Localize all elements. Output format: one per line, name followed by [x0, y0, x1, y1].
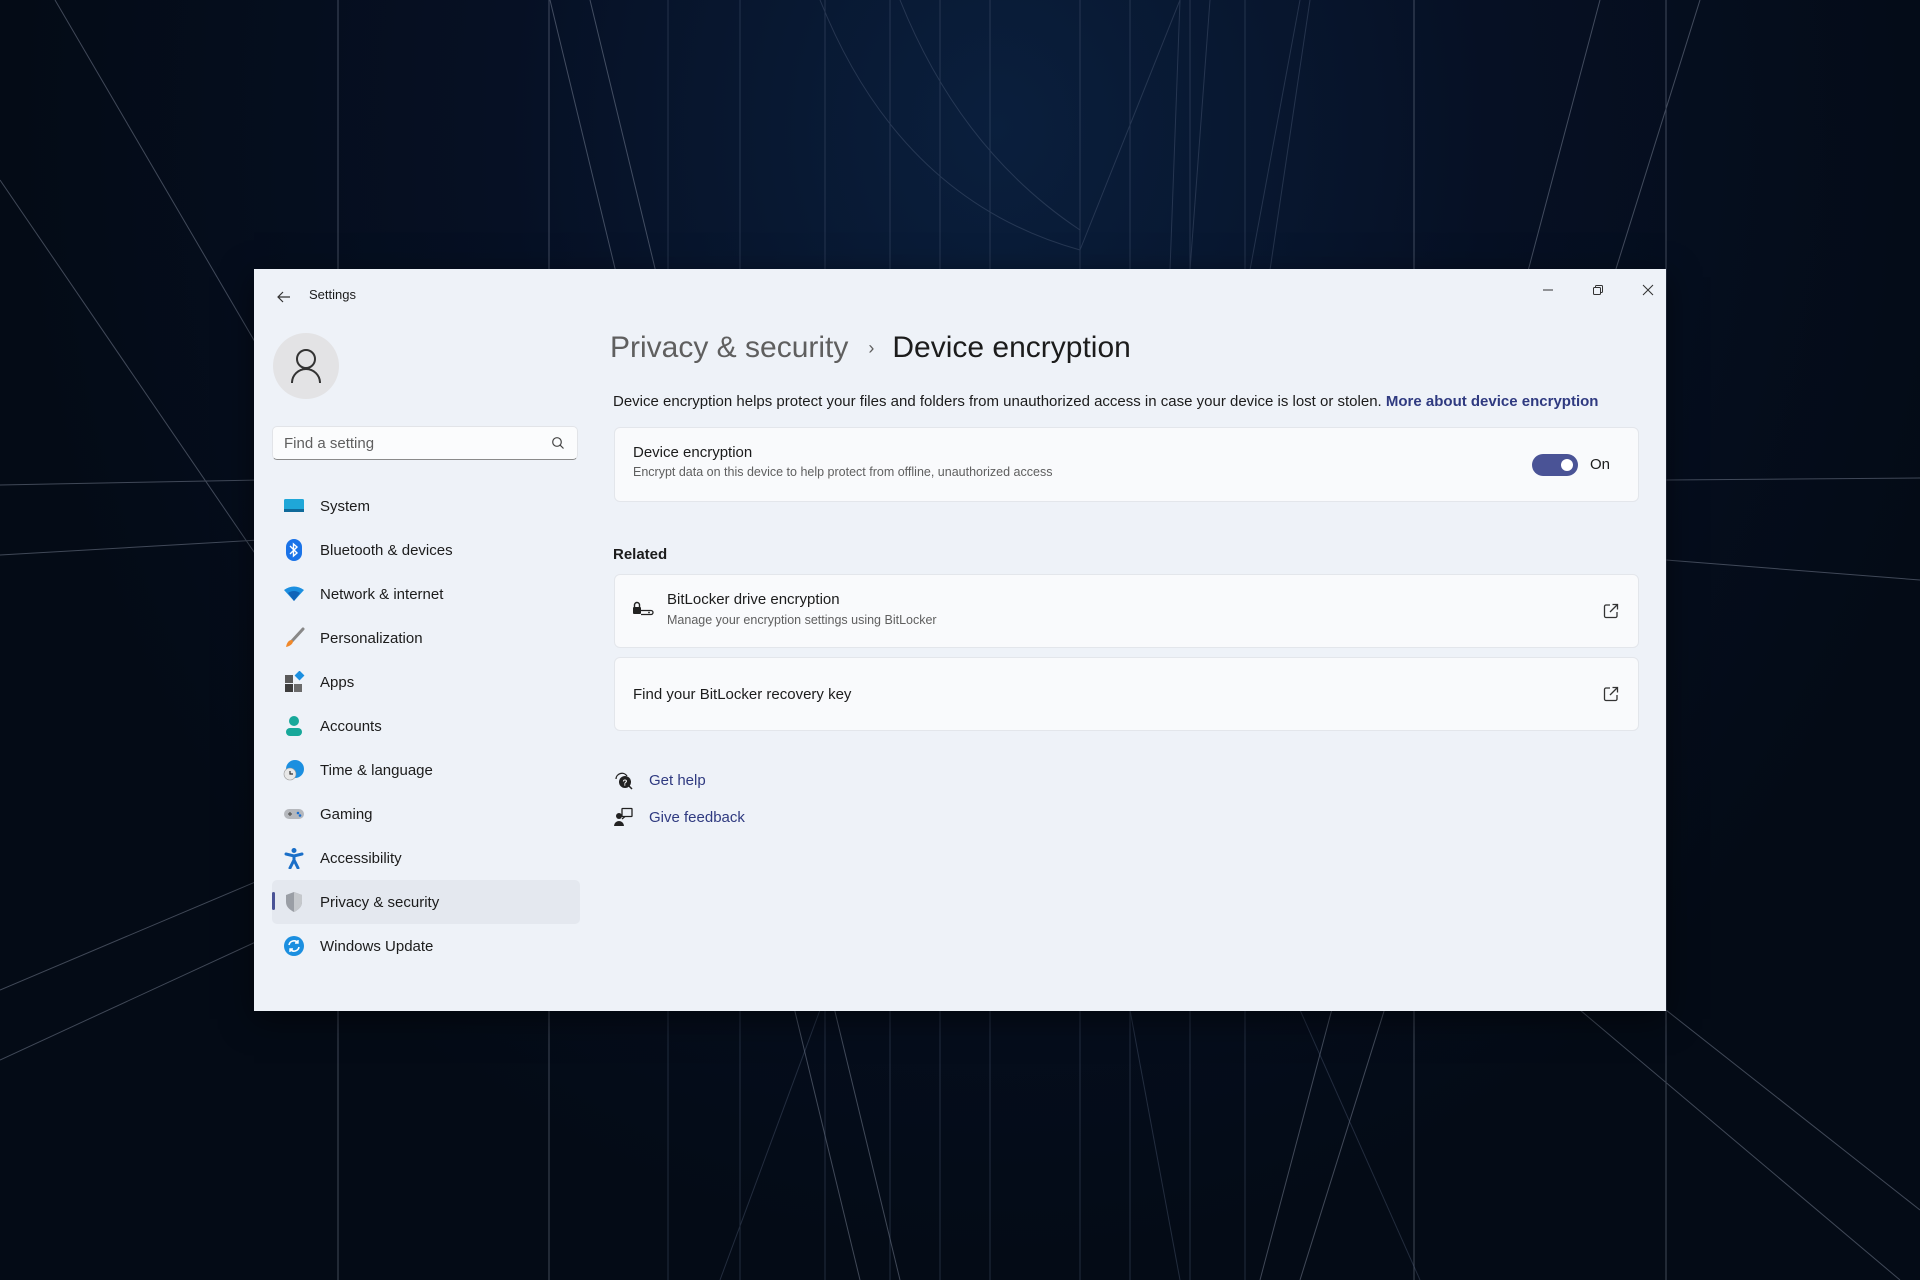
sidebar-item-gaming[interactable]: Gaming [272, 792, 580, 836]
external-link-icon[interactable] [1602, 685, 1620, 703]
close-button[interactable] [1625, 275, 1671, 305]
device-encryption-toggle[interactable] [1532, 454, 1578, 476]
give-feedback-label: Give feedback [649, 808, 745, 826]
sidebar-item-time-language[interactable]: Time & language [272, 748, 580, 792]
user-avatar[interactable] [273, 333, 339, 399]
sidebar-item-label: Bluetooth & devices [320, 541, 453, 559]
card-subtitle: Encrypt data on this device to help prot… [633, 465, 1053, 479]
bitlocker-drive-encryption-card[interactable]: BitLocker drive encryption Manage your e… [614, 574, 1639, 648]
get-help-label: Get help [649, 771, 706, 789]
more-about-link[interactable]: More about device encryption [1386, 393, 1599, 410]
sidebar-item-label: Apps [320, 673, 355, 691]
toggle-knob [1561, 459, 1573, 471]
card-title: Device encryption [633, 444, 753, 461]
bitlocker-drive-icon [632, 601, 654, 622]
minimize-button[interactable] [1525, 275, 1571, 305]
sidebar-item-system[interactable]: System [272, 484, 580, 528]
sidebar-item-network-internet[interactable]: Network & internet [272, 572, 580, 616]
get-help-link[interactable]: ? Get help [612, 769, 706, 791]
system-icon [282, 494, 306, 518]
wifi-icon [282, 582, 306, 606]
sidebar-item-label: Accessibility [320, 849, 402, 867]
sidebar-item-label: Personalization [320, 629, 423, 647]
sidebar-nav: System Bluetooth & devices Network & int… [272, 484, 580, 968]
back-arrow-icon [277, 291, 290, 303]
sidebar-item-apps[interactable]: Apps [272, 660, 580, 704]
sidebar-item-label: Privacy & security [320, 893, 440, 911]
description-text: Device encryption helps protect your fil… [613, 393, 1382, 410]
sidebar-item-accessibility[interactable]: Accessibility [272, 836, 580, 880]
search-input[interactable] [273, 433, 546, 453]
close-icon [1642, 284, 1654, 296]
card-title: Find your BitLocker recovery key [633, 686, 852, 703]
sidebar-item-label: Network & internet [320, 585, 444, 603]
bluetooth-icon [282, 538, 306, 562]
breadcrumb-chevron-icon: › [868, 337, 875, 358]
shield-icon [282, 890, 306, 914]
time-language-icon [282, 758, 306, 782]
back-button[interactable] [272, 285, 296, 309]
give-feedback-link[interactable]: Give feedback [612, 806, 745, 828]
breadcrumb: Privacy & security › Device encryption [610, 331, 1131, 365]
get-help-icon: ? [612, 769, 634, 791]
sidebar-item-label: System [320, 497, 371, 515]
gamepad-icon [282, 802, 306, 826]
restore-button[interactable] [1575, 275, 1621, 305]
device-encryption-card: Device encryption Encrypt data on this d… [614, 427, 1639, 502]
window-title: Settings [309, 287, 356, 302]
sidebar-item-label: Windows Update [320, 937, 434, 955]
give-feedback-icon [612, 806, 634, 828]
sidebar-item-personalization[interactable]: Personalization [272, 616, 580, 660]
accounts-icon [282, 714, 306, 738]
find-recovery-key-card[interactable]: Find your BitLocker recovery key [614, 657, 1639, 731]
selected-indicator [272, 892, 275, 910]
search-box[interactable] [272, 426, 578, 460]
svg-text:?: ? [623, 779, 628, 788]
settings-window: Settings System [254, 269, 1666, 1011]
accessibility-icon [282, 846, 306, 870]
card-title: BitLocker drive encryption [667, 591, 840, 608]
page-title: Device encryption [892, 331, 1131, 364]
paintbrush-icon [282, 626, 306, 650]
page-description: Device encryption helps protect your fil… [613, 393, 1598, 410]
breadcrumb-parent[interactable]: Privacy & security [610, 331, 848, 365]
windows-update-icon [282, 934, 306, 958]
external-link-icon[interactable] [1602, 602, 1620, 620]
sidebar-item-windows-update[interactable]: Windows Update [272, 924, 580, 968]
toggle-state-label: On [1589, 456, 1610, 473]
sidebar-item-label: Accounts [320, 717, 382, 735]
minimize-icon [1543, 289, 1553, 291]
sidebar-item-label: Time & language [320, 761, 433, 779]
related-heading: Related [613, 546, 668, 563]
search-icon[interactable] [551, 436, 565, 450]
sidebar-item-privacy-security[interactable]: Privacy & security [272, 880, 580, 924]
restore-icon [1593, 285, 1603, 295]
sidebar-item-label: Gaming [320, 805, 373, 823]
sidebar-item-bluetooth-devices[interactable]: Bluetooth & devices [272, 528, 580, 572]
apps-icon [282, 670, 306, 694]
person-icon [291, 349, 321, 384]
sidebar-item-accounts[interactable]: Accounts [272, 704, 580, 748]
card-subtitle: Manage your encryption settings using Bi… [667, 613, 937, 627]
